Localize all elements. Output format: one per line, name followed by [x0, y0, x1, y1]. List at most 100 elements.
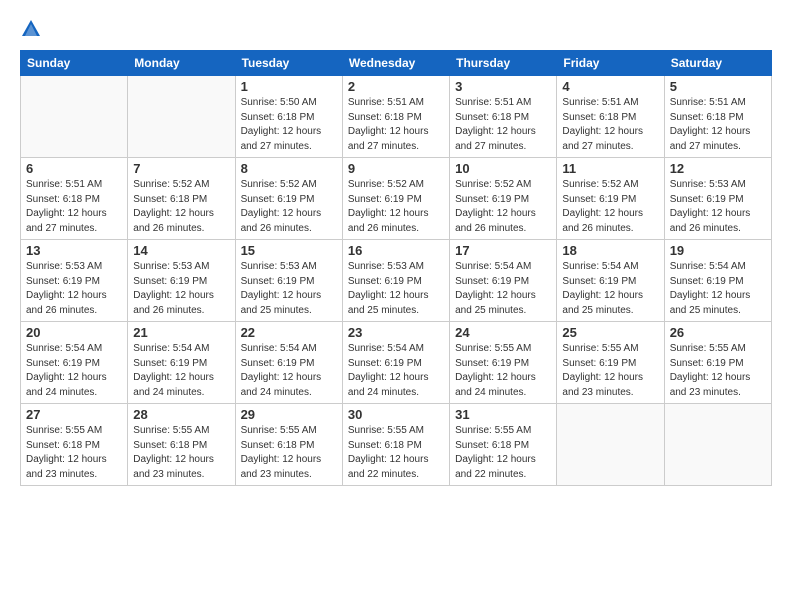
day-info: Sunrise: 5:55 AMSunset: 6:18 PMDaylight:… [348, 424, 444, 482]
day-info: Sunrise: 5:55 AMSunset: 6:18 PMDaylight:… [241, 424, 337, 482]
day-cell [557, 404, 664, 486]
day-number: 25 [562, 325, 658, 340]
day-info: Sunrise: 5:55 AMSunset: 6:19 PMDaylight:… [670, 342, 766, 400]
day-cell: 26 Sunrise: 5:55 AMSunset: 6:19 PMDayligh… [664, 322, 771, 404]
day-cell: 19Sunrise: 5:54 AMSunset: 6:19 PMDayligh… [664, 240, 771, 322]
day-number: 17 [455, 243, 551, 258]
day-number: 20 [26, 325, 122, 340]
day-cell [21, 76, 128, 158]
day-number: 10 [455, 161, 551, 176]
day-number: 23 [348, 325, 444, 340]
day-number: 6 [26, 161, 122, 176]
day-number: 15 [241, 243, 337, 258]
day-cell: 12 Sunrise: 5:53 AMSunset: 6:19 PMDayligh… [664, 158, 771, 240]
day-info: Sunrise: 5:55 AMSunset: 6:18 PMDaylight:… [26, 424, 122, 482]
day-number: 7 [133, 161, 229, 176]
day-cell: 14Sunrise: 5:53 AMSunset: 6:19 PMDayligh… [128, 240, 235, 322]
weekday-header-saturday: Saturday [664, 51, 771, 76]
header [20, 18, 772, 40]
day-info: Sunrise: 5:51 AMSunset: 6:18 PMDaylight:… [670, 96, 766, 154]
week-row-2: 6 Sunrise: 5:51 AMSunset: 6:18 PMDaylight… [21, 158, 772, 240]
day-cell: 24 Sunrise: 5:55 AMSunset: 6:19 PMDayligh… [450, 322, 557, 404]
weekday-header-friday: Friday [557, 51, 664, 76]
day-number: 4 [562, 79, 658, 94]
day-info: Sunrise: 5:51 AMSunset: 6:18 PMDaylight:… [455, 96, 551, 154]
day-info: Sunrise: 5:54 AMSunset: 6:19 PMDaylight:… [348, 342, 444, 400]
day-info: Sunrise: 5:52 AMSunset: 6:18 PMDaylight:… [133, 178, 229, 236]
day-info: Sunrise: 5:52 AMSunset: 6:19 PMDaylight:… [455, 178, 551, 236]
weekday-header-wednesday: Wednesday [342, 51, 449, 76]
weekday-header-thursday: Thursday [450, 51, 557, 76]
week-row-4: 20 Sunrise: 5:54 AMSunset: 6:19 PMDayligh… [21, 322, 772, 404]
day-number: 19 [670, 243, 766, 258]
day-info: Sunrise: 5:52 AMSunset: 6:19 PMDaylight:… [348, 178, 444, 236]
day-info: Sunrise: 5:52 AMSunset: 6:19 PMDaylight:… [241, 178, 337, 236]
day-cell: 16Sunrise: 5:53 AMSunset: 6:19 PMDayligh… [342, 240, 449, 322]
weekday-header-monday: Monday [128, 51, 235, 76]
day-cell: 13 Sunrise: 5:53 AMSunset: 6:19 PMDayligh… [21, 240, 128, 322]
day-number: 30 [348, 407, 444, 422]
day-cell: 23 Sunrise: 5:54 AMSunset: 6:19 PMDayligh… [342, 322, 449, 404]
day-number: 22 [241, 325, 337, 340]
day-number: 13 [26, 243, 122, 258]
day-cell: 6 Sunrise: 5:51 AMSunset: 6:18 PMDaylight… [21, 158, 128, 240]
day-cell: 28 Sunrise: 5:55 AMSunset: 6:18 PMDayligh… [128, 404, 235, 486]
day-cell: 15 Sunrise: 5:53 AMSunset: 6:19 PMDayligh… [235, 240, 342, 322]
day-info: Sunrise: 5:50 AMSunset: 6:18 PMDaylight:… [241, 96, 337, 154]
day-info: Sunrise: 5:54 AMSunset: 6:19 PMDaylight:… [241, 342, 337, 400]
day-info: Sunrise: 5:51 AMSunset: 6:18 PMDaylight:… [26, 178, 122, 236]
day-cell: 31 Sunrise: 5:55 AMSunset: 6:18 PMDayligh… [450, 404, 557, 486]
day-number: 29 [241, 407, 337, 422]
day-number: 28 [133, 407, 229, 422]
logo-icon [20, 18, 42, 40]
day-info: Sunrise: 5:53 AMSunset: 6:19 PMDaylight:… [670, 178, 766, 236]
day-number: 5 [670, 79, 766, 94]
day-cell: 8 Sunrise: 5:52 AMSunset: 6:19 PMDaylight… [235, 158, 342, 240]
day-info: Sunrise: 5:53 AMSunset: 6:19 PMDaylight:… [348, 260, 444, 318]
day-cell: 10 Sunrise: 5:52 AMSunset: 6:19 PMDayligh… [450, 158, 557, 240]
day-number: 8 [241, 161, 337, 176]
day-number: 26 [670, 325, 766, 340]
day-cell [664, 404, 771, 486]
day-cell: 21 Sunrise: 5:54 AMSunset: 6:19 PMDayligh… [128, 322, 235, 404]
day-info: Sunrise: 5:55 AMSunset: 6:19 PMDaylight:… [455, 342, 551, 400]
day-info: Sunrise: 5:53 AMSunset: 6:19 PMDaylight:… [26, 260, 122, 318]
day-cell: 1Sunrise: 5:50 AMSunset: 6:18 PMDaylight… [235, 76, 342, 158]
day-number: 27 [26, 407, 122, 422]
day-info: Sunrise: 5:52 AMSunset: 6:19 PMDaylight:… [562, 178, 658, 236]
day-cell: 9 Sunrise: 5:52 AMSunset: 6:19 PMDaylight… [342, 158, 449, 240]
page: SundayMondayTuesdayWednesdayThursdayFrid… [0, 0, 792, 612]
day-cell: 30 Sunrise: 5:55 AMSunset: 6:18 PMDayligh… [342, 404, 449, 486]
day-number: 9 [348, 161, 444, 176]
day-cell: 25 Sunrise: 5:55 AMSunset: 6:19 PMDayligh… [557, 322, 664, 404]
day-cell: 29 Sunrise: 5:55 AMSunset: 6:18 PMDayligh… [235, 404, 342, 486]
day-info: Sunrise: 5:51 AMSunset: 6:18 PMDaylight:… [562, 96, 658, 154]
day-info: Sunrise: 5:55 AMSunset: 6:18 PMDaylight:… [455, 424, 551, 482]
day-cell: 7 Sunrise: 5:52 AMSunset: 6:18 PMDaylight… [128, 158, 235, 240]
day-info: Sunrise: 5:54 AMSunset: 6:19 PMDaylight:… [133, 342, 229, 400]
day-number: 11 [562, 161, 658, 176]
day-cell: 27 Sunrise: 5:55 AMSunset: 6:18 PMDayligh… [21, 404, 128, 486]
week-row-3: 13 Sunrise: 5:53 AMSunset: 6:19 PMDayligh… [21, 240, 772, 322]
day-info: Sunrise: 5:51 AMSunset: 6:18 PMDaylight:… [348, 96, 444, 154]
day-cell: 22 Sunrise: 5:54 AMSunset: 6:19 PMDayligh… [235, 322, 342, 404]
day-cell: 2Sunrise: 5:51 AMSunset: 6:18 PMDaylight… [342, 76, 449, 158]
day-number: 31 [455, 407, 551, 422]
day-info: Sunrise: 5:55 AMSunset: 6:19 PMDaylight:… [562, 342, 658, 400]
logo [20, 18, 46, 40]
day-cell: 4 Sunrise: 5:51 AMSunset: 6:18 PMDaylight… [557, 76, 664, 158]
weekday-header-tuesday: Tuesday [235, 51, 342, 76]
day-cell [128, 76, 235, 158]
day-info: Sunrise: 5:54 AMSunset: 6:19 PMDaylight:… [455, 260, 551, 318]
day-cell: 11 Sunrise: 5:52 AMSunset: 6:19 PMDayligh… [557, 158, 664, 240]
day-cell: 3 Sunrise: 5:51 AMSunset: 6:18 PMDaylight… [450, 76, 557, 158]
day-number: 21 [133, 325, 229, 340]
calendar: SundayMondayTuesdayWednesdayThursdayFrid… [20, 50, 772, 486]
day-info: Sunrise: 5:53 AMSunset: 6:19 PMDaylight:… [241, 260, 337, 318]
day-number: 3 [455, 79, 551, 94]
day-number: 12 [670, 161, 766, 176]
day-cell: 18Sunrise: 5:54 AMSunset: 6:19 PMDayligh… [557, 240, 664, 322]
day-number: 24 [455, 325, 551, 340]
day-info: Sunrise: 5:55 AMSunset: 6:18 PMDaylight:… [133, 424, 229, 482]
day-info: Sunrise: 5:54 AMSunset: 6:19 PMDaylight:… [562, 260, 658, 318]
